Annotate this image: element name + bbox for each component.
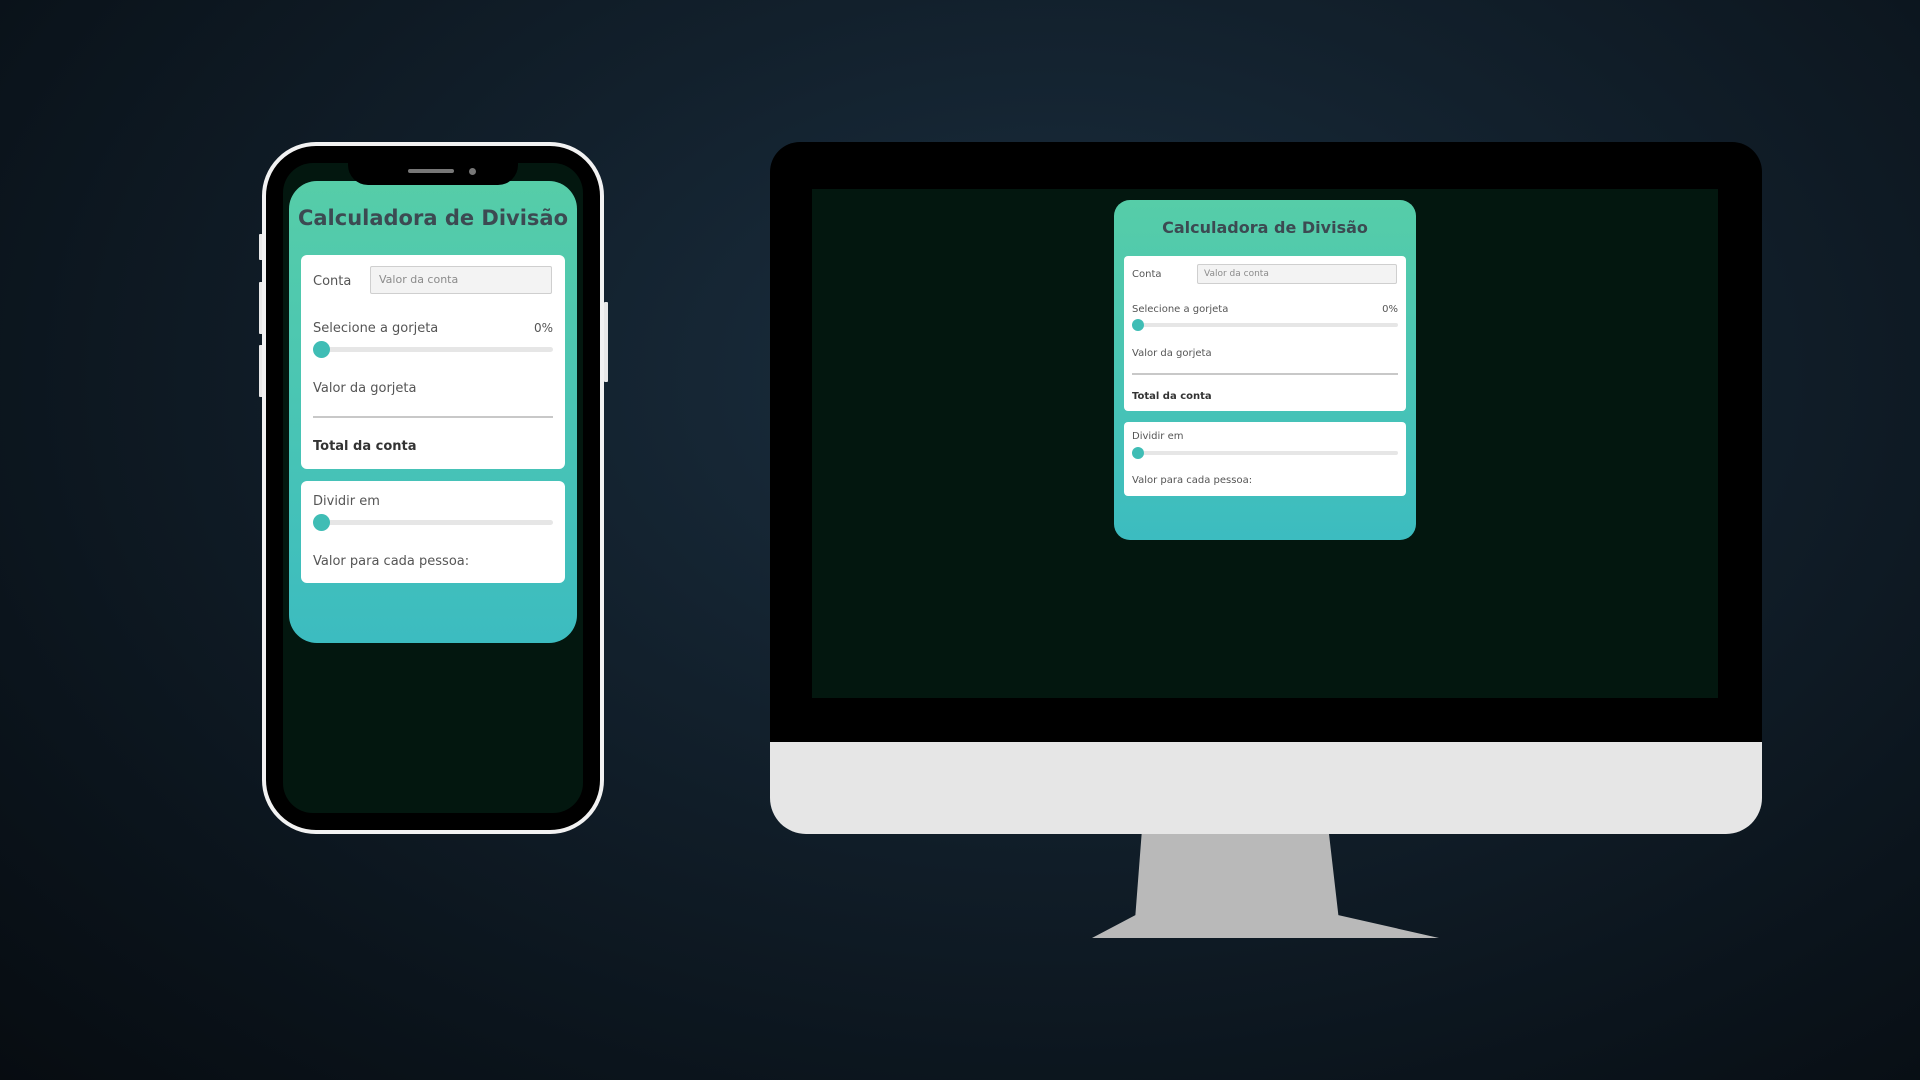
desktop-bill-label: Conta — [1132, 269, 1162, 280]
desktop-app-title: Calculadora de Divisão — [1162, 218, 1368, 237]
monitor-stand — [1092, 834, 1439, 938]
phone-bill-card: Conta Valor da conta Selecione a gorjeta… — [301, 255, 565, 469]
phone-tip-slider-thumb[interactable] — [313, 341, 330, 358]
desktop-split-card: Dividir em Valor para cada pessoa: — [1124, 422, 1406, 496]
desktop-split-label: Dividir em — [1132, 431, 1184, 442]
phone-speaker — [408, 169, 454, 173]
desktop-tip-value-label: Valor da gorjeta — [1132, 348, 1212, 359]
phone-calculator-app: Calculadora de Divisão Conta Valor da co… — [289, 181, 577, 643]
desktop-tip-slider[interactable] — [1132, 323, 1398, 327]
desktop-bill-card: Conta Valor da conta Selecione a gorjeta… — [1124, 256, 1406, 411]
phone-app-title: Calculadora de Divisão — [297, 206, 569, 230]
desktop-split-slider-thumb[interactable] — [1132, 447, 1144, 459]
phone-power-button — [604, 302, 608, 382]
desktop-total-label: Total da conta — [1132, 391, 1212, 402]
phone-tip-value-divider — [313, 416, 553, 418]
desktop-tip-value-divider — [1132, 373, 1398, 375]
phone-tip-select-label: Selecione a gorjeta — [313, 321, 439, 336]
phone-split-label: Dividir em — [313, 494, 380, 509]
phone-bill-label: Conta — [313, 274, 352, 289]
desktop-split-slider[interactable] — [1132, 451, 1398, 455]
desktop-tip-select-label: Selecione a gorjeta — [1132, 304, 1229, 315]
phone-tip-slider[interactable] — [313, 347, 553, 352]
phone-total-label: Total da conta — [313, 439, 417, 454]
phone-tip-value-label: Valor da gorjeta — [313, 381, 417, 396]
phone-bill-input[interactable]: Valor da conta — [370, 266, 552, 294]
desktop-calculator-app: Calculadora de Divisão Conta Valor da co… — [1114, 200, 1416, 540]
phone-split-card: Dividir em Valor para cada pessoa: — [301, 481, 565, 583]
phone-per-person-label: Valor para cada pessoa: — [313, 554, 470, 569]
phone-split-slider[interactable] — [313, 520, 553, 525]
phone-tip-percent: 0% — [533, 321, 553, 335]
desktop-tip-percent: 0% — [1382, 304, 1398, 315]
phone-split-slider-thumb[interactable] — [313, 514, 330, 531]
desktop-bill-input[interactable]: Valor da conta — [1197, 264, 1397, 284]
monitor-chin — [770, 742, 1762, 834]
desktop-tip-slider-thumb[interactable] — [1132, 319, 1144, 331]
phone-camera — [469, 168, 476, 175]
desktop-per-person-label: Valor para cada pessoa: — [1132, 475, 1253, 486]
